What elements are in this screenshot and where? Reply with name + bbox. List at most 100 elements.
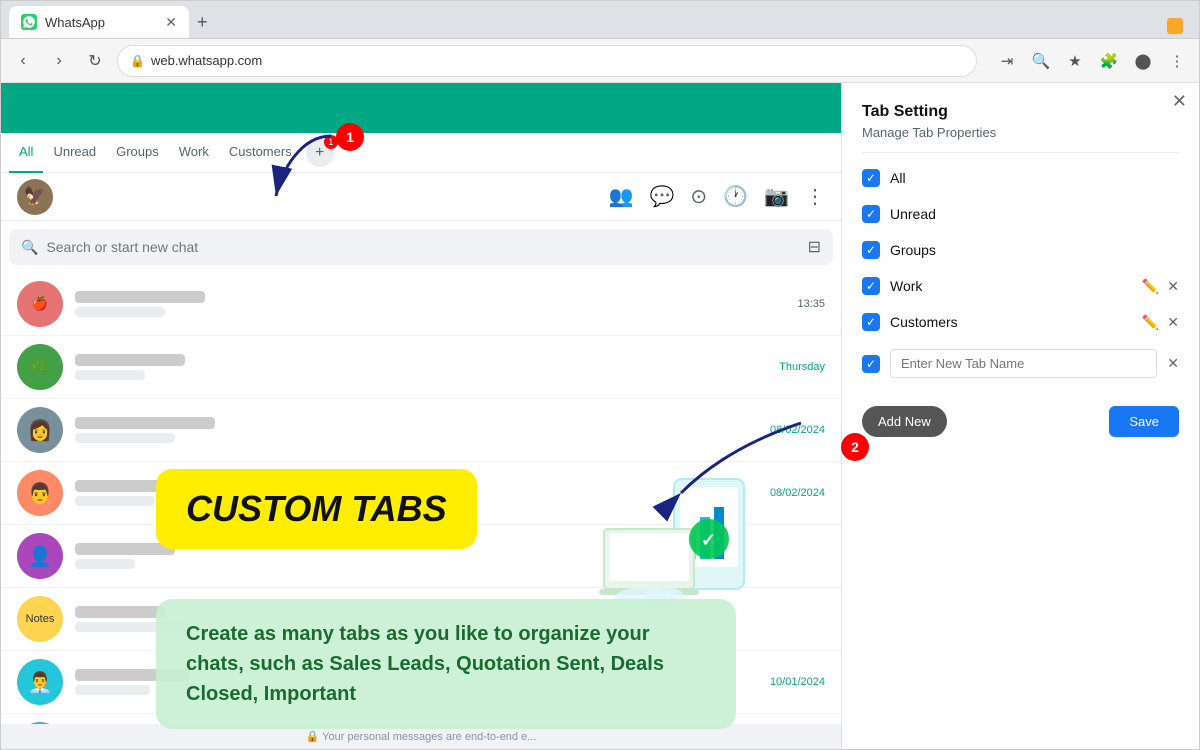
bookmark-icon[interactable]: ★ [1061,47,1089,75]
callout-title: CUSTOM TABS [186,489,447,529]
browser-toolbar: ‹ › ↻ 🔒 web.whatsapp.com ⇥ 🔍 ★ 🧩 ⬤ ⋮ [1,39,1199,83]
wa-sidebar-icons: 🦅 👥 💬 ⊙ 🕐 📷 ⋮ [1,173,841,221]
address-text: web.whatsapp.com [151,53,964,68]
tab-close-btn[interactable]: ✕ [165,14,177,31]
tab-label-groups: Groups [890,242,1179,258]
wa-tab-work[interactable]: Work [169,133,219,173]
checkbox-customers[interactable]: ✓ [862,313,880,331]
chat-avatar-3: 👩 [17,407,63,453]
chat-avatar-4: 👨 [17,470,63,516]
browser-tab-bar: WhatsApp ✕ + [1,1,1199,39]
tab-item-all: ✓ All [862,161,1179,195]
wa-search-bar[interactable]: 🔍 ⊟ [9,229,833,265]
back-button[interactable]: ‹ [9,47,37,75]
tab-item-unread: ✓ Unread [862,197,1179,231]
chat-name-3 [75,417,215,429]
wa-user-avatar[interactable]: 🦅 [17,179,53,215]
filter-icon[interactable]: ⊟ [808,237,821,257]
chat-info-1 [75,291,785,317]
checkbox-new[interactable]: ✓ [862,355,880,373]
camera-icon[interactable]: 📷 [764,184,789,209]
wa-tab-add-button[interactable]: + 1 [306,139,334,167]
tab-item-work: ✓ Work ✏️ ✕ [862,269,1179,303]
delete-new-tab-button[interactable]: ✕ [1167,355,1179,372]
browser-content: All Unread Groups Work Customers + 1 🦅 👥… [1,83,1199,749]
new-tab-button[interactable]: + [189,6,216,38]
chat-item-2[interactable]: 🌿 Thursday [1,336,841,399]
chat-name-1 [75,291,205,303]
toolbar-icons: ⇥ 🔍 ★ 🧩 ⬤ ⋮ [993,47,1191,75]
chat-avatar-7: 👨‍💼 [17,659,63,705]
browser-tab-active[interactable]: WhatsApp ✕ [9,6,189,38]
save-button[interactable]: Save [1109,406,1179,437]
delete-customers-button[interactable]: ✕ [1167,314,1179,331]
address-bar[interactable]: 🔒 web.whatsapp.com [117,45,977,77]
profile-icon[interactable]: ⬤ [1129,47,1157,75]
checkmark-work: ✓ [866,279,876,293]
extension-icon[interactable]: 🧩 [1095,47,1123,75]
tab-new-actions: ✕ [1167,355,1179,372]
tab-label-work: Work [890,278,1132,294]
chat-preview-7 [75,685,150,695]
browser-window: WhatsApp ✕ + ‹ › ↻ 🔒 web.whatsapp.com ⇥ … [0,0,1200,750]
chat-time-1: 13:35 [797,298,825,310]
tab-setting-panel: ✕ Tab Setting Manage Tab Properties ✓ Al… [841,83,1199,749]
checkmark-unread: ✓ [866,207,876,221]
callout-description-box: Create as many tabs as you like to organ… [156,599,736,729]
checkbox-groups[interactable]: ✓ [862,241,880,259]
tab-item-new: ✓ ✕ [862,341,1179,386]
chat-info-3 [75,417,758,443]
chat-preview-3 [75,433,175,443]
edit-work-button[interactable]: ✏️ [1142,278,1159,295]
wa-tab-unread[interactable]: Unread [43,133,106,173]
custom-tabs-callout: CUSTOM TABS [156,469,477,549]
new-chat-icon[interactable]: 🕐 [723,184,748,209]
chat-item-3[interactable]: 👩 08/02/2024 [1,399,841,462]
wa-tab-all[interactable]: All [9,133,43,173]
more-options-icon[interactable]: ⋮ [805,184,825,209]
chat-preview-4 [75,496,155,506]
wa-header [1,83,841,133]
chat-preview-2 [75,370,145,380]
new-community-icon[interactable]: 👥 [609,184,634,209]
cast-icon[interactable]: ⇥ [993,47,1021,75]
checkbox-work[interactable]: ✓ [862,277,880,295]
chat-avatar-6: Notes [17,596,63,642]
panel-title: Tab Setting [842,83,1199,125]
delete-work-button[interactable]: ✕ [1167,278,1179,295]
tab-item-customers: ✓ Customers ✏️ ✕ [862,305,1179,339]
panel-close-button[interactable]: ✕ [1172,91,1187,112]
chat-name-6 [75,606,165,618]
edit-customers-button[interactable]: ✏️ [1142,314,1159,331]
callout-description-text: Create as many tabs as you like to organ… [186,619,706,709]
checkmark-customers: ✓ [866,315,876,329]
zoom-icon[interactable]: 🔍 [1027,47,1055,75]
add-new-button[interactable]: Add New [862,406,947,437]
chat-avatar-5: 👤 [17,533,63,579]
status-icon[interactable]: ⊙ [690,184,707,209]
chat-item-1[interactable]: 🍎 13:35 [1,273,841,336]
svg-text:✓: ✓ [701,530,716,550]
tab-bar-end [1159,14,1191,38]
chat-preview-5 [75,559,135,569]
checkmark-all: ✓ [866,171,876,185]
reload-button[interactable]: ↻ [81,47,109,75]
chat-time-2: Thursday [779,361,825,373]
checkbox-unread[interactable]: ✓ [862,205,880,223]
chat-name-2 [75,354,185,366]
checkbox-all[interactable]: ✓ [862,169,880,187]
wa-tab-groups[interactable]: Groups [106,133,169,173]
new-group-icon[interactable]: 💬 [650,184,675,209]
new-tab-name-input[interactable] [890,349,1157,378]
menu-icon[interactable]: ⋮ [1163,47,1191,75]
forward-button[interactable]: › [45,47,73,75]
panel-subtitle: Manage Tab Properties [842,125,1199,152]
wa-tab-customers[interactable]: Customers [219,133,302,173]
chat-preview-1 [75,307,165,317]
tab-label-customers: Customers [890,314,1132,330]
search-input[interactable] [46,239,799,255]
tab-label-all: All [890,170,1179,186]
tab-favicon [21,14,37,30]
chat-time-3: 08/02/2024 [770,424,825,436]
chat-avatar-2: 🌿 [17,344,63,390]
